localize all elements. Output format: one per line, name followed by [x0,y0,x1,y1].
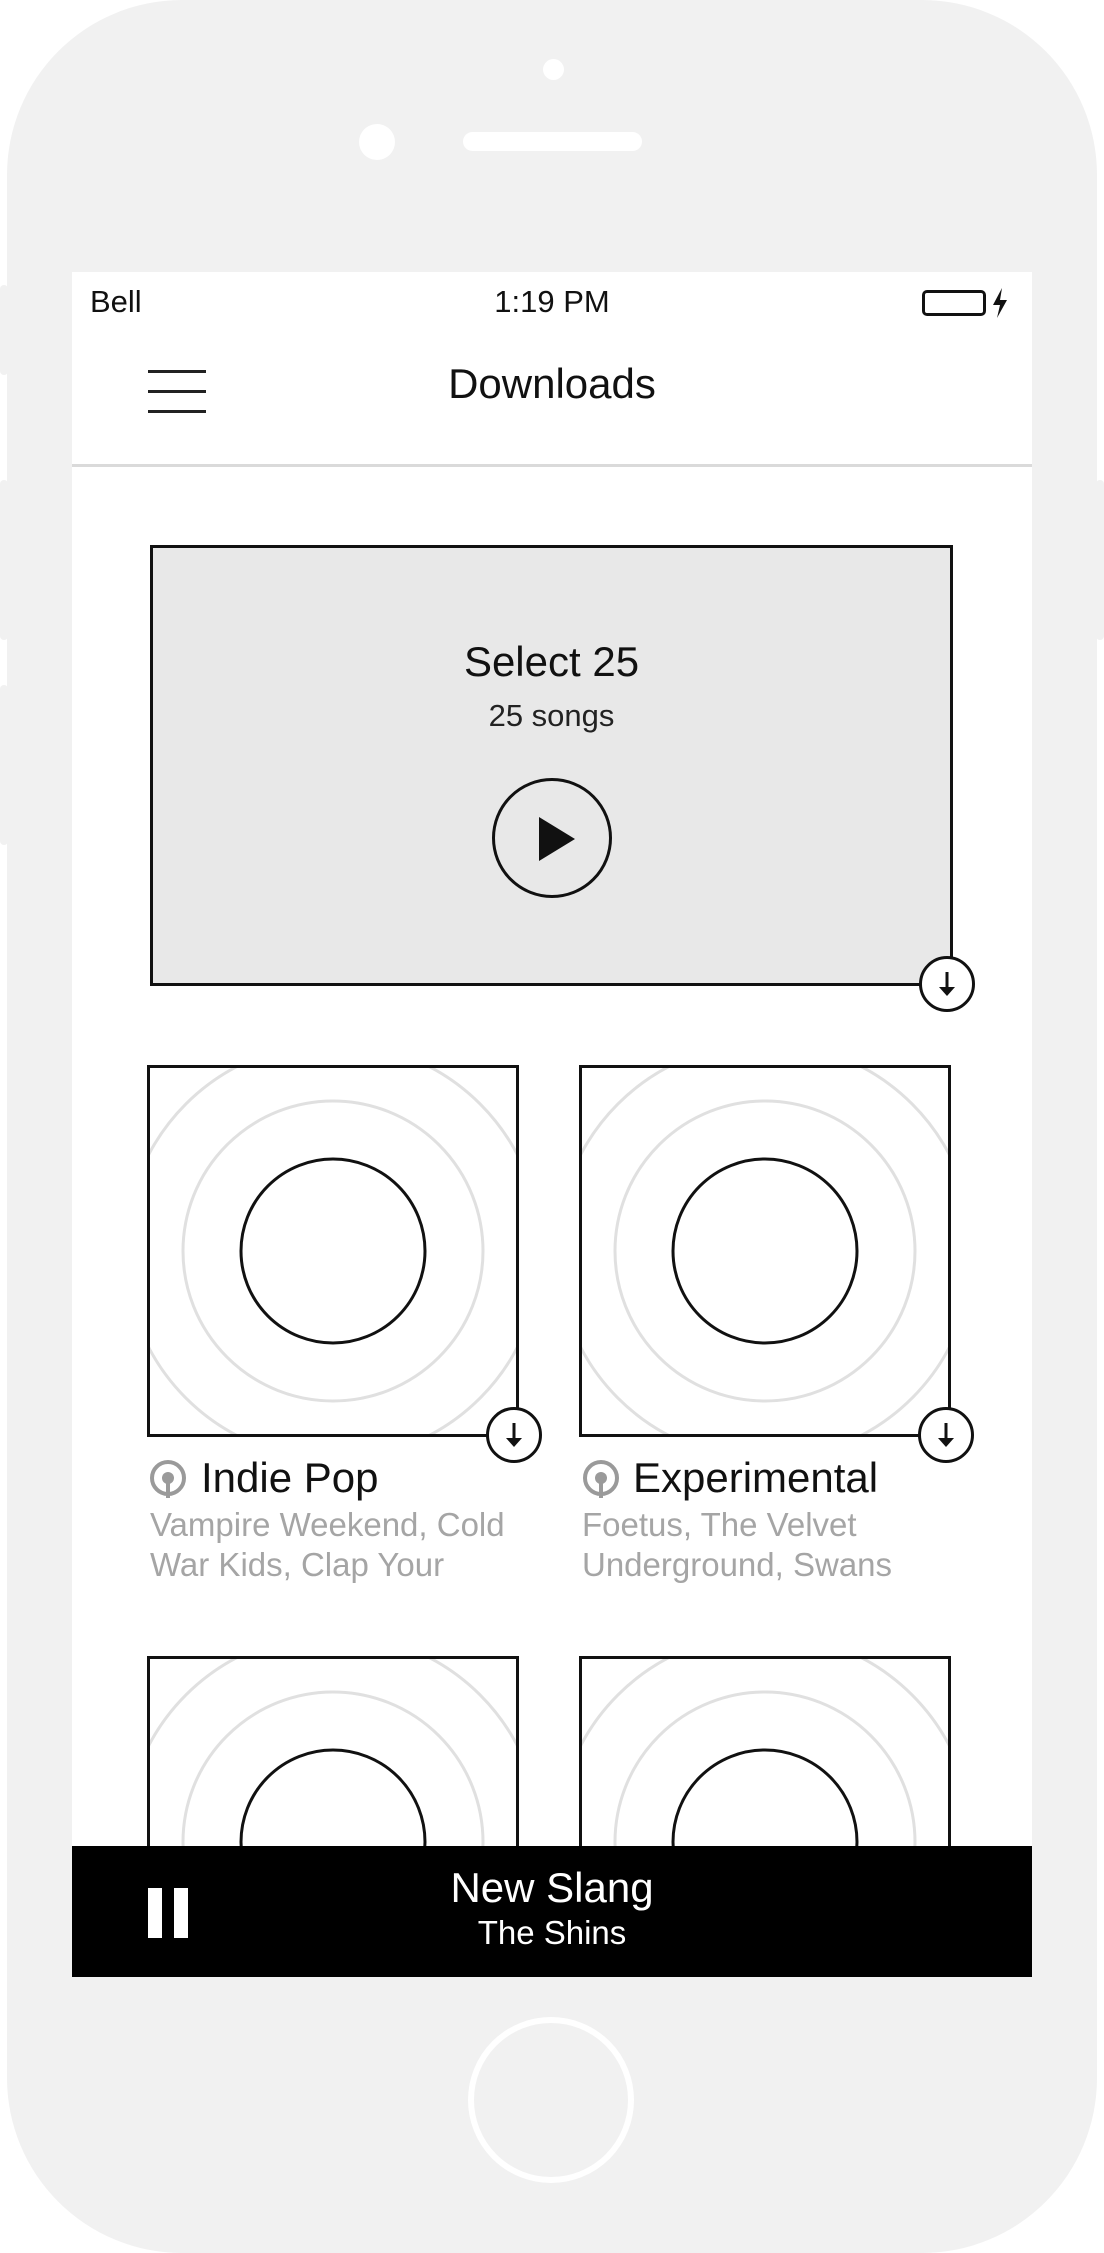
station-description: Foetus, The Velvet Underground, Swans [582,1506,893,1583]
featured-subtitle: 25 songs [488,698,615,733]
side-button-volume-up [0,480,8,640]
station-name: Indie Pop [201,1454,379,1501]
battery-icon [922,290,986,316]
home-button[interactable] [468,2017,634,2183]
side-button-power [1096,480,1104,640]
earpiece-speaker [463,132,642,151]
featured-title: Select 25 [463,638,640,685]
download-icon[interactable] [486,1407,542,1463]
station-tile[interactable] [579,1065,951,1437]
podcast-icon [150,1460,186,1498]
play-button[interactable] [492,778,612,898]
status-bar: Bell 1:19 PM [72,272,1032,332]
status-time: 1:19 PM [494,284,610,319]
download-icon[interactable] [918,1407,974,1463]
side-button-mute [0,285,8,375]
front-camera [359,124,395,160]
station-tile[interactable] [147,1065,519,1437]
side-button-volume-down [0,685,8,845]
featured-playlist-card[interactable]: Select 25 25 songs [150,545,953,986]
page-title: Downloads [448,360,656,407]
play-icon [539,817,575,861]
nav-bar: Downloads [72,332,1032,467]
charging-bolt-icon [993,288,1007,318]
station-description: Vampire Weekend, Cold War Kids, Clap You… [150,1506,505,1583]
front-sensor [543,59,564,80]
station-artwork [582,1068,948,1434]
podcast-icon [583,1460,619,1498]
station-name: Experimental [633,1454,879,1501]
now-playing-bar[interactable]: New Slang The Shins [72,1846,1032,1977]
now-playing-artist: The Shins [477,1914,627,1951]
now-playing-title: New Slang [450,1864,654,1911]
station-artwork [150,1068,516,1434]
download-icon[interactable] [919,956,975,1012]
screen: Bell 1:19 PM Downloads Select 25 25 song… [72,272,1032,1977]
